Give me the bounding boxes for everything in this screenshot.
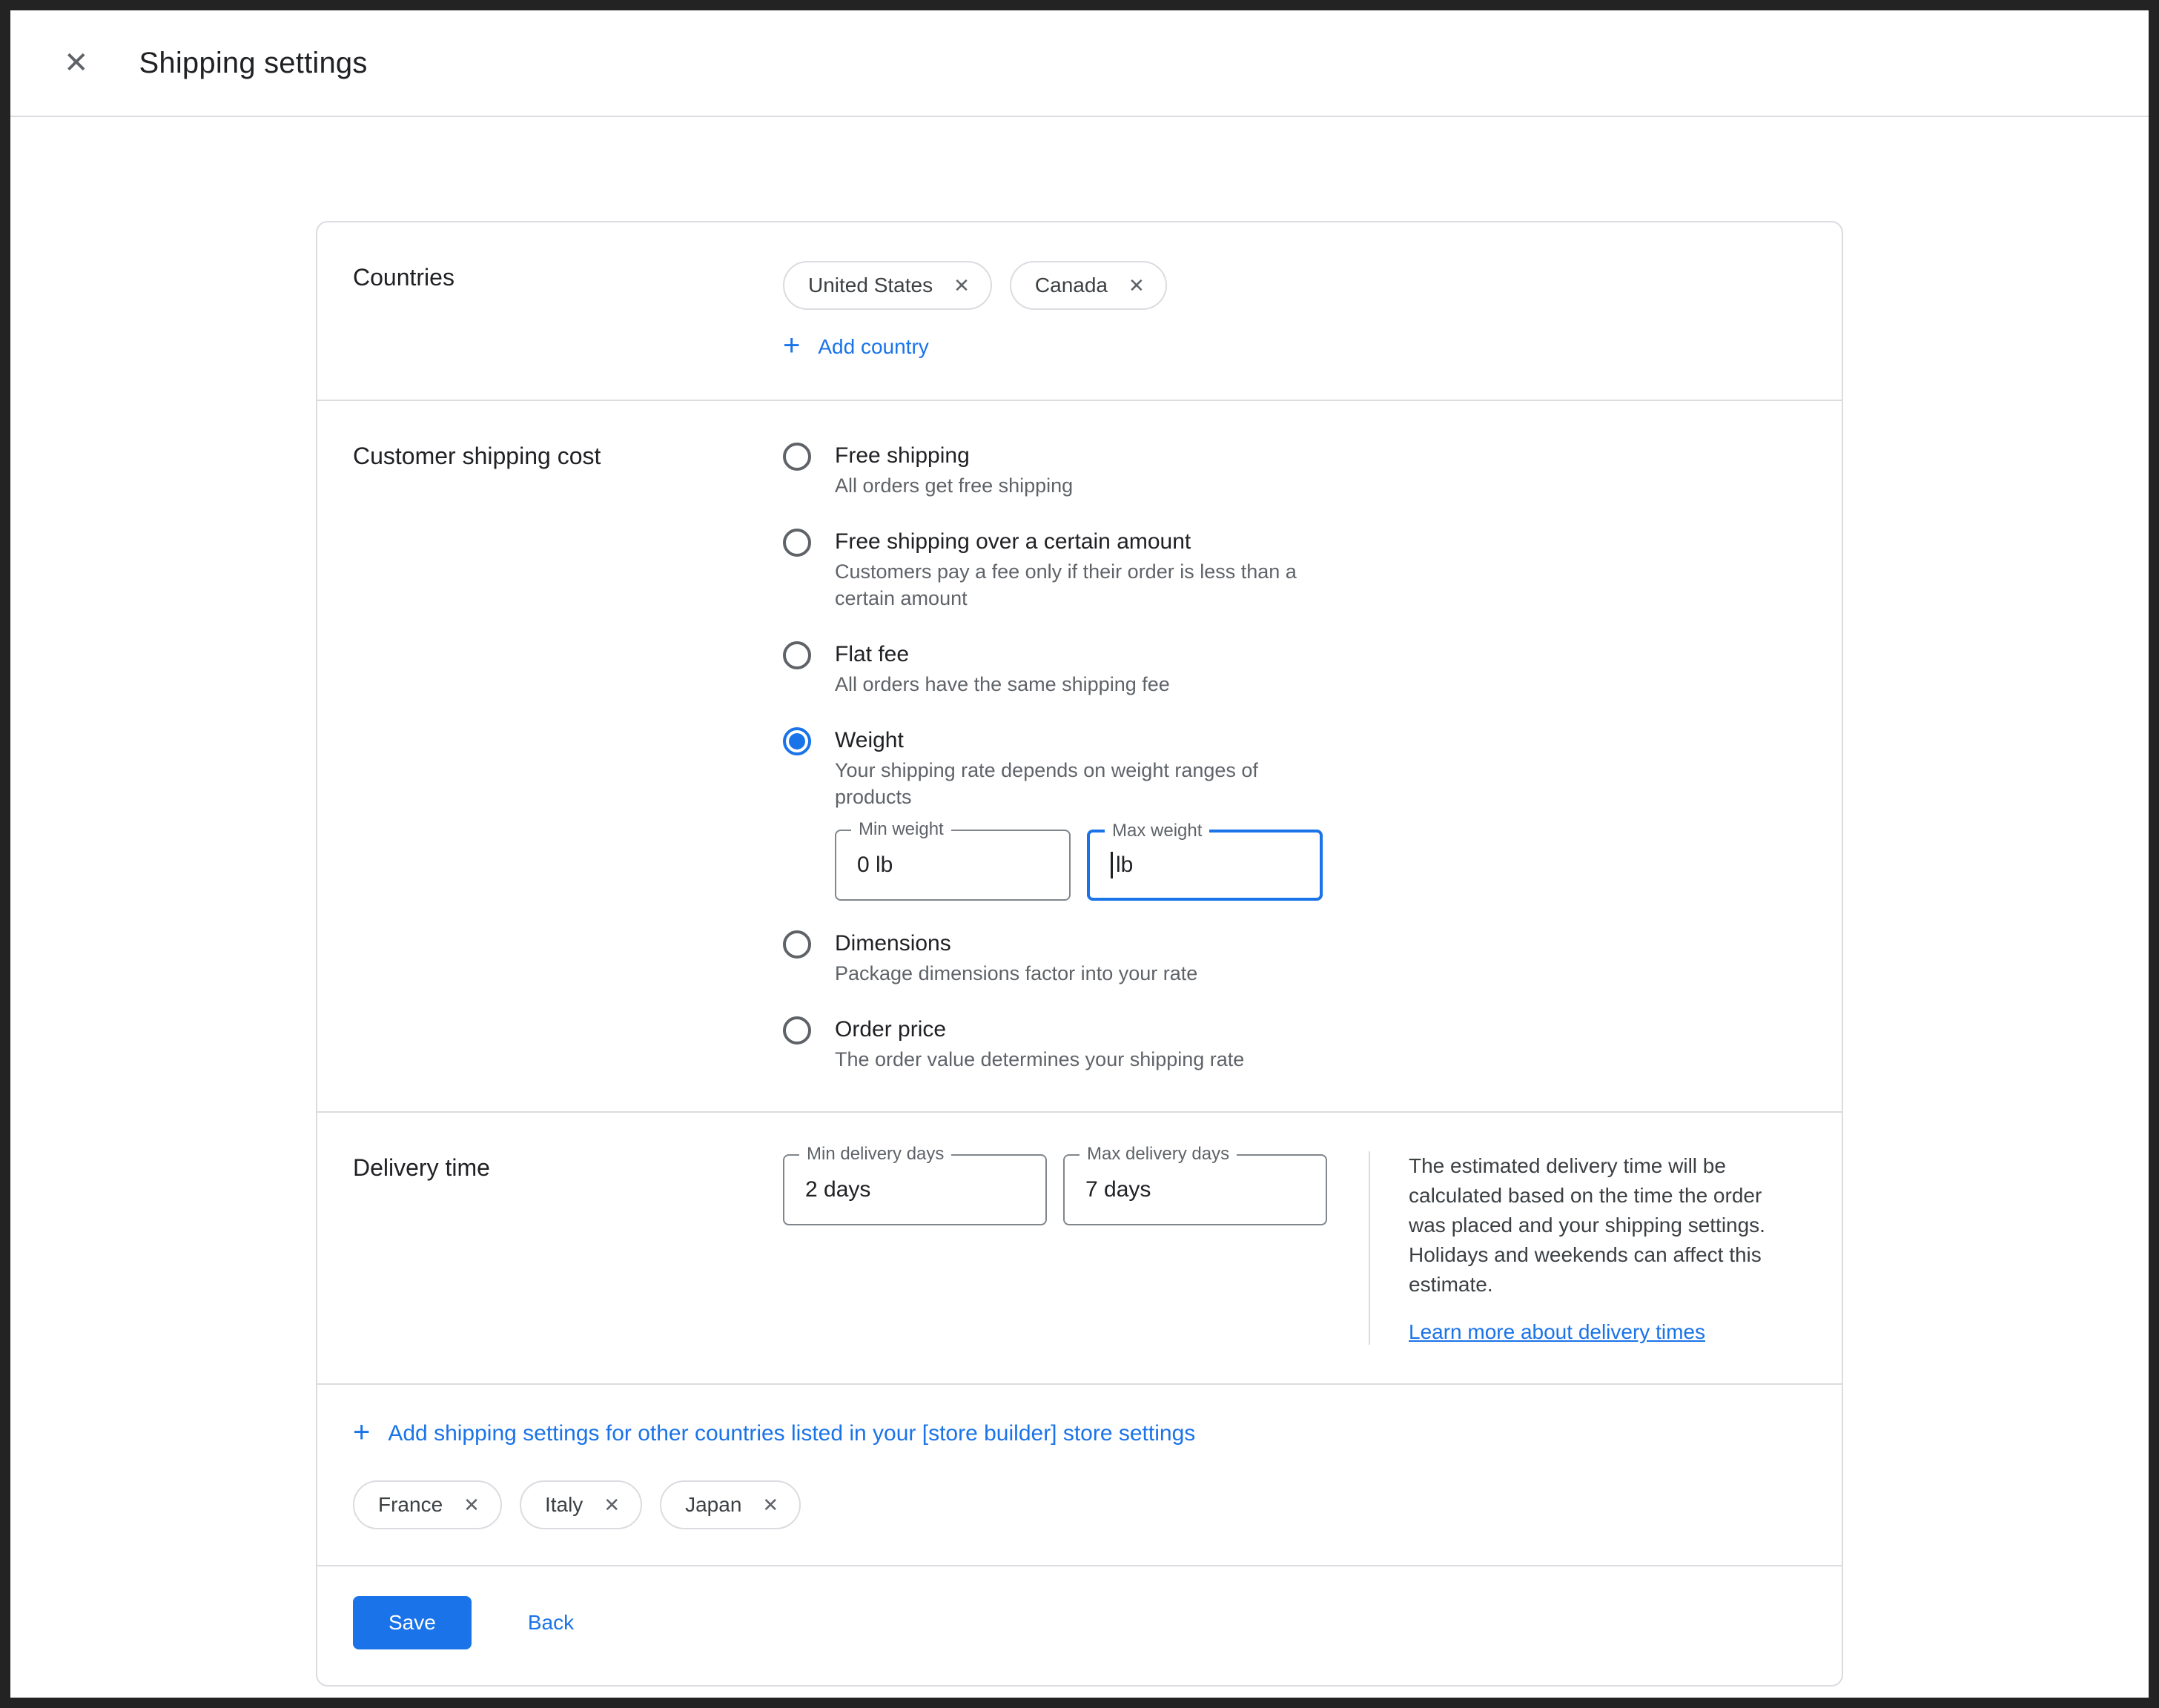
option-text: Flat fee All orders have the same shippi… [835,638,1170,698]
min-weight-field-value: 0 lb [836,831,1069,899]
country-chip-united-states: United States ✕ [783,261,992,310]
option-text: Weight Your shipping rate depends on wei… [835,724,1324,901]
option-description: Package dimensions factor into your rate [835,960,1197,987]
country-chip-japan: Japan ✕ [660,1480,801,1529]
chip-label: Italy [545,1493,583,1517]
radio-icon[interactable] [783,443,811,471]
shipping-cost-options: Free shipping All orders get free shippi… [783,440,1806,1073]
shipping-cost-section: Customer shipping cost Free shipping All… [317,400,1842,1111]
option-title: Weight [835,724,1324,757]
page-title: Shipping settings [139,47,368,80]
chip-label: Canada [1035,274,1108,297]
add-country-label: Add country [818,335,928,359]
max-delivery-days-text: 7 days [1085,1177,1151,1202]
option-description: Your shipping rate depends on weight ran… [835,757,1324,810]
dialog-footer: Save Back [317,1565,1842,1685]
option-title: Order price [835,1013,1244,1046]
remove-icon[interactable]: ✕ [1125,273,1148,298]
option-free-shipping[interactable]: Free shipping All orders get free shippi… [783,440,1806,499]
remove-icon[interactable]: ✕ [460,1492,483,1517]
plus-icon: + [783,331,800,360]
delivery-times-link[interactable]: Learn more about delivery times [1409,1320,1705,1344]
delivery-fields-row: Min delivery days 2 days Max delivery da… [783,1154,1327,1345]
max-weight-value-text: lb [1116,853,1133,878]
countries-label: Countries [353,261,783,361]
plus-icon: + [353,1417,370,1447]
max-delivery-days-field[interactable]: Max delivery days 7 days [1063,1154,1327,1225]
max-weight-field-label: Max weight [1105,821,1209,841]
min-delivery-days-field[interactable]: Min delivery days 2 days [783,1154,1047,1225]
country-chip-italy: Italy ✕ [520,1480,642,1529]
delivery-time-section: Delivery time Min delivery days 2 days M… [317,1111,1842,1383]
min-weight-field-label: Min weight [851,819,951,840]
radio-icon[interactable] [783,529,811,557]
remove-icon[interactable]: ✕ [950,273,973,298]
radio-icon[interactable] [783,1016,811,1045]
radio-icon[interactable] [783,727,811,755]
remove-icon[interactable]: ✕ [759,1492,781,1517]
min-delivery-days-label: Min delivery days [799,1144,951,1165]
option-weight[interactable]: Weight Your shipping rate depends on wei… [783,724,1806,901]
countries-content: United States ✕ Canada ✕ + Add country [783,261,1167,361]
option-order-price[interactable]: Order price The order value determines y… [783,1013,1806,1073]
text-cursor [1111,852,1113,878]
countries-chip-row: United States ✕ Canada ✕ [783,261,1167,310]
chip-label: Japan [685,1493,741,1517]
delivery-note-text: The estimated delivery time will be calc… [1409,1151,1772,1300]
delivery-time-content: Min delivery days 2 days Max delivery da… [783,1151,1806,1345]
max-delivery-days-value: 7 days [1065,1156,1326,1224]
option-dimensions[interactable]: Dimensions Package dimensions factor int… [783,927,1806,987]
save-button[interactable]: Save [353,1596,472,1649]
min-weight-field[interactable]: Min weight 0 lb [835,830,1071,901]
close-icon[interactable]: ✕ [58,42,95,84]
option-title: Dimensions [835,927,1197,960]
radio-icon[interactable] [783,641,811,669]
min-delivery-days-text: 2 days [805,1177,870,1202]
delivery-time-label: Delivery time [353,1151,783,1345]
option-free-over-amount[interactable]: Free shipping over a certain amount Cust… [783,526,1806,612]
chip-label: France [378,1493,443,1517]
other-countries-section: + Add shipping settings for other countr… [317,1383,1842,1565]
option-title: Free shipping [835,440,1073,472]
option-text: Dimensions Package dimensions factor int… [835,927,1197,987]
radio-icon[interactable] [783,930,811,959]
option-title: Flat fee [835,638,1170,671]
settings-card: Countries United States ✕ Canada ✕ + Add… [316,221,1843,1687]
add-country-button[interactable]: + Add country [783,334,929,360]
chip-label: United States [808,274,933,297]
other-countries-chip-row: France ✕ Italy ✕ Japan ✕ [353,1480,1806,1529]
option-flat-fee[interactable]: Flat fee All orders have the same shippi… [783,638,1806,698]
option-description: All orders have the same shipping fee [835,671,1170,698]
option-title: Free shipping over a certain amount [835,526,1324,558]
min-delivery-days-value: 2 days [784,1156,1045,1224]
add-other-countries-button[interactable]: + Add shipping settings for other countr… [353,1420,1195,1447]
shipping-settings-dialog: ✕ Shipping settings Countries United Sta… [0,0,2159,1708]
option-text: Free shipping All orders get free shippi… [835,440,1073,499]
shipping-cost-label: Customer shipping cost [353,440,783,1073]
delivery-time-note: The estimated delivery time will be calc… [1369,1151,1772,1345]
country-chip-canada: Canada ✕ [1010,261,1167,310]
countries-section: Countries United States ✕ Canada ✕ + Add… [317,222,1842,400]
weight-fields-row: Min weight 0 lb Max weight lb [835,830,1324,901]
option-text: Free shipping over a certain amount Cust… [835,526,1324,612]
option-description: All orders get free shipping [835,472,1073,499]
min-weight-value-text: 0 lb [857,853,893,878]
max-weight-field[interactable]: Max weight lb [1087,830,1323,901]
option-description: Customers pay a fee only if their order … [835,558,1324,612]
option-text: Order price The order value determines y… [835,1013,1244,1073]
option-description: The order value determines your shipping… [835,1046,1244,1073]
max-weight-field-value: lb [1090,833,1320,898]
back-button[interactable]: Back [504,1599,598,1646]
dialog-header: ✕ Shipping settings [10,10,2149,117]
max-delivery-days-label: Max delivery days [1080,1144,1237,1165]
country-chip-france: France ✕ [353,1480,502,1529]
add-other-countries-label: Add shipping settings for other countrie… [388,1421,1195,1446]
remove-icon[interactable]: ✕ [601,1492,623,1517]
